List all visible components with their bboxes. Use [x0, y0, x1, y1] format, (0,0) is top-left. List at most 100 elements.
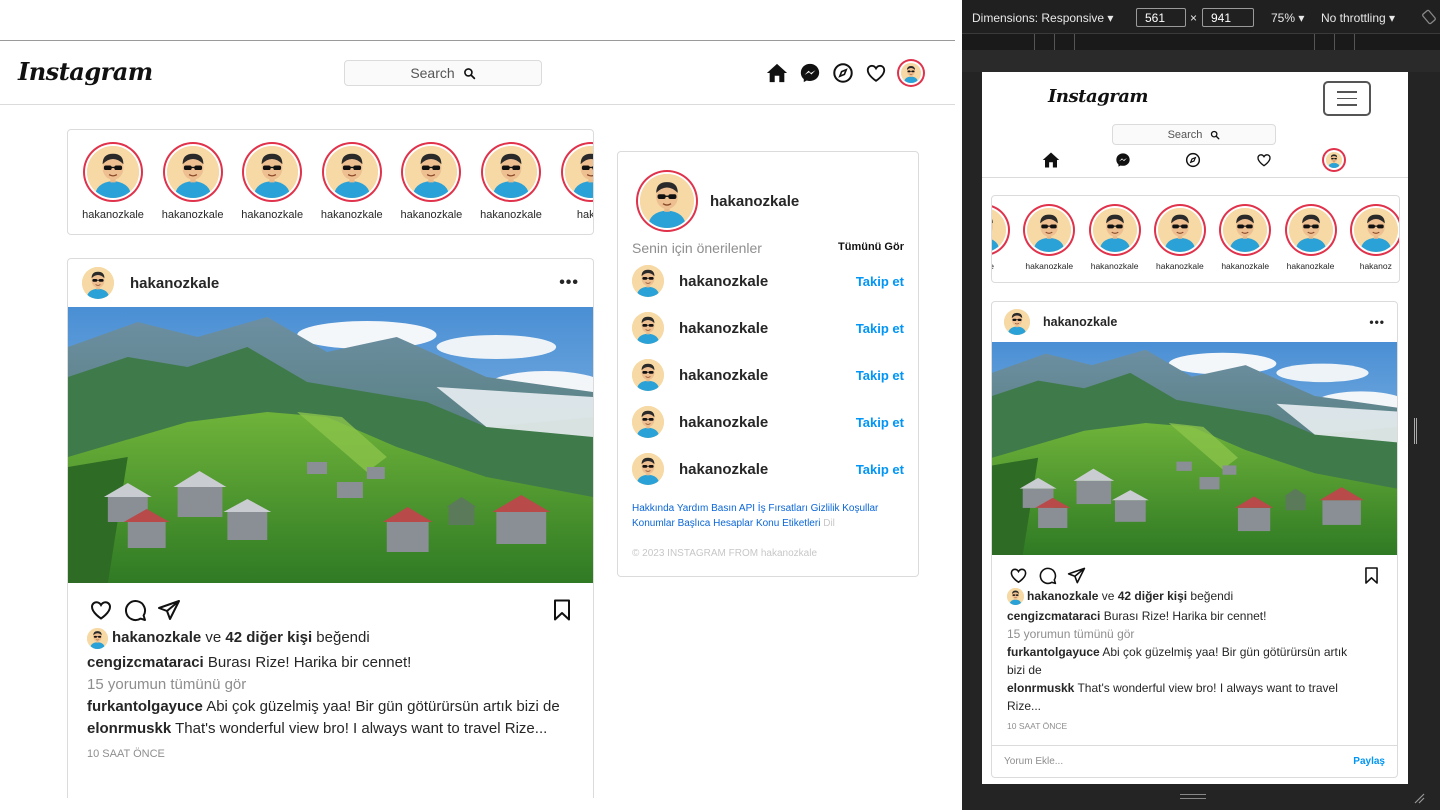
suggestion-avatar[interactable]	[632, 312, 664, 344]
activity-heart-icon[interactable]	[865, 62, 887, 84]
post-photo[interactable]	[68, 307, 593, 583]
suggestion-avatar[interactable]	[632, 359, 664, 391]
search-input[interactable]: Search	[1112, 124, 1276, 145]
liker-name[interactable]: hakanozkale	[1027, 589, 1098, 603]
story-avatar[interactable]	[1288, 208, 1333, 252]
profile-avatar[interactable]	[901, 63, 921, 83]
follow-button[interactable]: Takip et	[856, 415, 904, 430]
story-avatar[interactable]	[1092, 208, 1137, 252]
story-avatar[interactable]	[1223, 208, 1268, 252]
height-input[interactable]: 941	[1202, 8, 1254, 27]
suggestion-avatar[interactable]	[632, 406, 664, 438]
story-item[interactable]: hakanozkale	[1017, 208, 1081, 271]
suggestion-username[interactable]: hakanozkale	[679, 273, 768, 290]
activity-heart-icon[interactable]	[1256, 152, 1272, 168]
view-all-comments-link[interactable]: 15 yorumun tümünü gör	[1007, 625, 1382, 643]
suggestion-avatar[interactable]	[632, 265, 664, 297]
view-all-comments-link[interactable]: 15 yorumun tümünü gör	[87, 674, 574, 696]
explore-compass-icon[interactable]	[832, 62, 854, 84]
messenger-icon[interactable]	[799, 62, 821, 84]
story-item[interactable]: hakar	[553, 144, 593, 221]
add-comment-input[interactable]: Yorum Ekle...	[1004, 756, 1063, 767]
follow-button[interactable]: Takip et	[856, 321, 904, 336]
story-item[interactable]: hakanozkale	[1279, 208, 1343, 271]
resize-handle-bottom[interactable]	[1180, 794, 1206, 799]
story-avatar[interactable]	[1027, 208, 1072, 252]
story-avatar[interactable]	[405, 146, 458, 198]
like-heart-icon[interactable]	[89, 598, 113, 622]
resize-corner-icon[interactable]	[1413, 792, 1425, 804]
suggestion-username[interactable]: hakanozkale	[679, 414, 768, 431]
home-icon[interactable]	[766, 62, 788, 84]
suggestion-avatar[interactable]	[632, 453, 664, 485]
current-user-avatar[interactable]	[640, 174, 694, 228]
throttling-dropdown[interactable]: No throttling ▾	[1321, 11, 1395, 25]
share-comment-button[interactable]: Paylaş	[1353, 756, 1385, 767]
story-item[interactable]: hakanozkale	[1213, 208, 1277, 271]
story-avatar[interactable]	[1157, 208, 1202, 252]
story-item[interactable]: hakanozkale	[234, 144, 310, 221]
explore-compass-icon[interactable]	[1185, 152, 1201, 168]
liker-name[interactable]: hakanozkale	[112, 629, 201, 646]
rotate-icon[interactable]	[1421, 9, 1437, 25]
instagram-logo[interactable]: Instagram	[18, 57, 153, 86]
story-avatar[interactable]	[166, 146, 219, 198]
zoom-dropdown[interactable]: 75% ▾	[1271, 11, 1304, 25]
likes-count[interactable]: 42 diğer kişi	[1118, 589, 1187, 603]
save-bookmark-icon[interactable]	[550, 598, 574, 622]
suggestion-username[interactable]: hakanozkale	[679, 320, 768, 337]
story-item[interactable]: hakanozkale	[1083, 208, 1147, 271]
post-author-avatar[interactable]	[1004, 309, 1030, 335]
story-avatar[interactable]	[564, 146, 593, 198]
story-avatar[interactable]	[1353, 208, 1398, 252]
feed-post: hakanozkale ••• hakanozkale ve 42 diğer …	[991, 301, 1398, 778]
follow-button[interactable]: Takip et	[856, 274, 904, 289]
like-heart-icon[interactable]	[1009, 566, 1028, 585]
see-all-link[interactable]: Tümünü Gör	[838, 241, 904, 253]
save-bookmark-icon[interactable]	[1362, 566, 1381, 585]
story-avatar[interactable]	[485, 146, 537, 198]
suggestion-username[interactable]: hakanozkale	[679, 461, 768, 478]
footer-links[interactable]: Hakkında Yardım Basın API İş Fırsatları …	[632, 501, 912, 531]
post-photo[interactable]	[992, 342, 1397, 555]
story-item[interactable]: hakanozkale	[155, 144, 231, 221]
dimensions-dropdown[interactable]: Dimensions: Responsive ▾	[972, 11, 1113, 25]
post-author-name[interactable]: hakanozkale	[130, 275, 219, 292]
story-item[interactable]: hakanozkale	[314, 144, 390, 221]
more-options-icon[interactable]: •••	[1369, 315, 1385, 329]
story-item[interactable]: hakanozkale	[473, 144, 549, 221]
resize-handle-right[interactable]	[1414, 418, 1417, 444]
share-icon[interactable]	[1067, 566, 1086, 585]
instagram-logo[interactable]: Instagram	[1048, 86, 1148, 107]
hamburger-menu-icon[interactable]	[1323, 81, 1371, 116]
current-user-name[interactable]: hakanozkale	[710, 193, 799, 210]
story-avatar[interactable]	[325, 146, 378, 198]
home-icon[interactable]	[1042, 151, 1060, 169]
story-item[interactable]: hakanoz	[1344, 208, 1399, 271]
story-item[interactable]: hakanozkale	[393, 144, 469, 221]
follow-button[interactable]: Takip et	[856, 368, 904, 383]
more-options-icon[interactable]: •••	[559, 274, 579, 292]
likes-count[interactable]: 42 diğer kişi	[225, 629, 312, 646]
messenger-icon[interactable]	[1115, 152, 1131, 168]
story-username: hakanozkale	[480, 209, 542, 221]
story-item[interactable]: zkale	[992, 208, 1016, 271]
post-author-name[interactable]: hakanozkale	[1043, 315, 1117, 329]
story-avatar[interactable]	[992, 208, 1006, 252]
story-username: hakanozkale	[1090, 261, 1139, 271]
story-avatar[interactable]	[246, 146, 299, 198]
suggestion-row: hakanozkale Takip et	[632, 310, 904, 346]
post-body: hakanozkale ve 42 diğer kişi beğendi cen…	[68, 627, 593, 765]
share-icon[interactable]	[157, 598, 181, 622]
suggestion-username[interactable]: hakanozkale	[679, 367, 768, 384]
comment-icon[interactable]	[123, 598, 147, 622]
comment-icon[interactable]	[1038, 566, 1057, 585]
width-input[interactable]: 561	[1136, 8, 1186, 27]
search-input[interactable]: Search	[344, 60, 542, 86]
follow-button[interactable]: Takip et	[856, 462, 904, 477]
story-item[interactable]: hakanozkale	[75, 144, 151, 221]
post-author-avatar[interactable]	[82, 267, 114, 299]
story-item[interactable]: hakanozkale	[1148, 208, 1212, 271]
profile-avatar[interactable]	[1326, 152, 1342, 168]
story-avatar[interactable]	[87, 146, 139, 198]
